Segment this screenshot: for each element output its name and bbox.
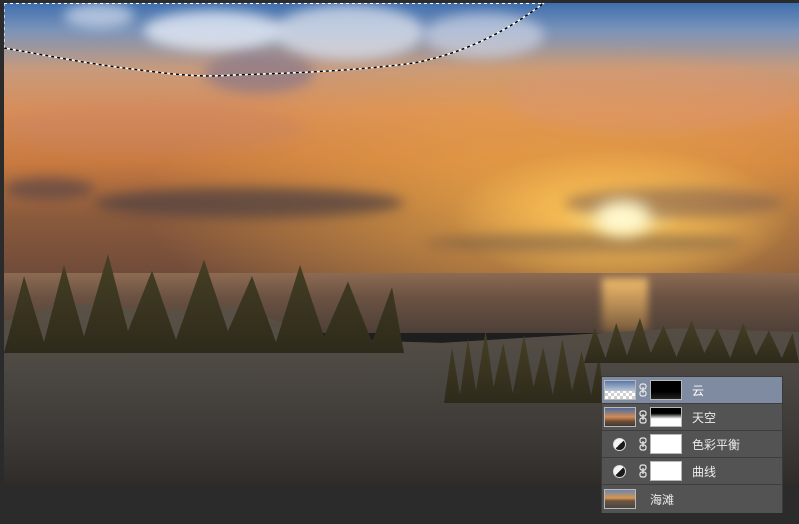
- layer-row-color-balance[interactable]: 色彩平衡: [602, 431, 782, 458]
- layer-row-sky[interactable]: 天空: [602, 404, 782, 431]
- adjustment-layer-icon[interactable]: [602, 431, 636, 457]
- link-icon[interactable]: [638, 380, 648, 400]
- layer-name: 天空: [692, 410, 717, 425]
- layer-thumbnail[interactable]: [604, 489, 636, 509]
- layer-name: 曲线: [692, 464, 717, 479]
- sky-area: [4, 3, 799, 278]
- layer-mask-thumbnail[interactable]: [650, 434, 682, 454]
- link-icon[interactable]: [638, 434, 648, 454]
- layer-thumbnail[interactable]: [604, 380, 636, 400]
- layers-panel: 云 天空 色彩平衡 曲线 海滩: [601, 376, 783, 513]
- layer-name: 海滩: [650, 492, 675, 507]
- layer-mask-thumbnail[interactable]: [650, 407, 682, 427]
- layer-mask-thumbnail[interactable]: [650, 380, 682, 400]
- layer-thumbnail[interactable]: [604, 407, 636, 427]
- link-icon[interactable]: [638, 461, 648, 481]
- curves-icon: [612, 464, 626, 478]
- layer-row-cloud[interactable]: 云: [602, 377, 782, 404]
- layer-name: 色彩平衡: [692, 437, 741, 452]
- layer-name: 云: [692, 383, 705, 398]
- layer-mask-thumbnail[interactable]: [650, 461, 682, 481]
- layer-row-curves[interactable]: 曲线: [602, 458, 782, 485]
- link-icon[interactable]: [638, 407, 648, 427]
- layer-row-beach[interactable]: 海滩: [602, 485, 782, 513]
- adjustment-layer-icon[interactable]: [602, 458, 636, 484]
- color-balance-icon: [612, 437, 626, 451]
